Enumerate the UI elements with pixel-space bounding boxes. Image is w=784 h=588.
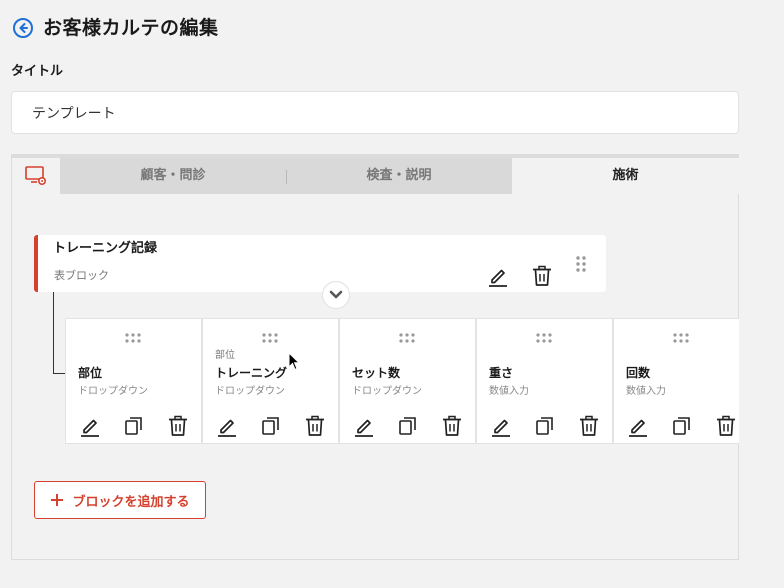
column-edit-icon[interactable] [216, 415, 238, 437]
column-copy-icon[interactable] [534, 415, 556, 437]
tab-examination[interactable]: 検査・説明 [287, 158, 511, 194]
column-input-type: 数値入力 [626, 386, 666, 397]
column-copy-icon[interactable] [397, 415, 419, 437]
chevron-down-icon [329, 290, 343, 299]
add-block-label: ブロックを追加する [72, 494, 190, 510]
column-name: 回数 [626, 366, 651, 380]
block-drag-handle-icon[interactable] [575, 255, 587, 273]
column-input-type: ドロップダウン [352, 386, 422, 397]
column-name: トレーニング [215, 366, 288, 380]
block-edit-icon[interactable] [487, 265, 509, 287]
column-input-type: 数値入力 [489, 386, 529, 397]
column-card[interactable]: 回数 数値入力 [613, 318, 739, 444]
column-copy-icon[interactable] [671, 415, 693, 437]
column-drag-handle-icon[interactable] [536, 333, 552, 343]
tree-connector-line [53, 292, 54, 374]
column-delete-icon[interactable] [715, 415, 737, 437]
column-drag-handle-icon[interactable] [399, 333, 415, 343]
add-block-button[interactable]: ブロックを追加する [34, 481, 206, 519]
column-input-type: ドロップダウン [215, 386, 285, 397]
collapse-toggle-button[interactable] [322, 281, 350, 309]
column-input-type: ドロップダウン [78, 386, 148, 397]
plus-icon [51, 494, 64, 506]
column-edit-icon[interactable] [79, 415, 101, 437]
block-type-label: 表ブロック [54, 269, 109, 282]
column-name: 重さ [489, 366, 514, 380]
column-edit-icon[interactable] [353, 415, 375, 437]
column-list: 部位 ドロップダウン 部位 トレーニング ドロップダウン セット数 ドロップダウン 重さ… [65, 318, 739, 444]
screen-gear-icon [25, 166, 47, 186]
column-edit-icon[interactable] [490, 415, 512, 437]
column-edit-icon[interactable] [627, 415, 649, 437]
tab-treatment[interactable]: 施術 [512, 158, 739, 194]
title-input[interactable] [11, 91, 739, 134]
column-drag-handle-icon[interactable] [673, 333, 689, 343]
tab-customer-interview[interactable]: 顧客・問診 [60, 158, 286, 194]
column-card[interactable]: 重さ 数値入力 [476, 318, 613, 444]
column-card[interactable]: 部位トレーニング ドロップダウン [202, 318, 339, 444]
title-field-label: タイトル [11, 64, 64, 79]
page-title: お客様カルテの編集 [43, 17, 219, 39]
column-drag-handle-icon[interactable] [125, 333, 141, 343]
column-copy-icon[interactable] [260, 415, 282, 437]
column-name: 部位 [78, 366, 103, 380]
tab-settings-screen[interactable] [12, 158, 60, 194]
column-copy-icon[interactable] [123, 415, 145, 437]
column-delete-icon[interactable] [441, 415, 463, 437]
back-arrow-icon[interactable] [12, 17, 34, 39]
column-card[interactable]: セット数ドロップダウン [339, 318, 476, 444]
column-parent-label: 部位 [215, 350, 235, 361]
mouse-pointer-icon [288, 352, 301, 371]
column-card[interactable]: 部位 ドロップダウン [65, 318, 202, 444]
column-delete-icon[interactable] [304, 415, 326, 437]
block-title: トレーニング記録 [53, 241, 158, 256]
column-delete-icon[interactable] [578, 415, 600, 437]
block-delete-icon[interactable] [531, 265, 553, 287]
column-name: セット数 [352, 366, 401, 380]
column-delete-icon[interactable] [167, 415, 189, 437]
column-drag-handle-icon[interactable] [262, 333, 278, 343]
